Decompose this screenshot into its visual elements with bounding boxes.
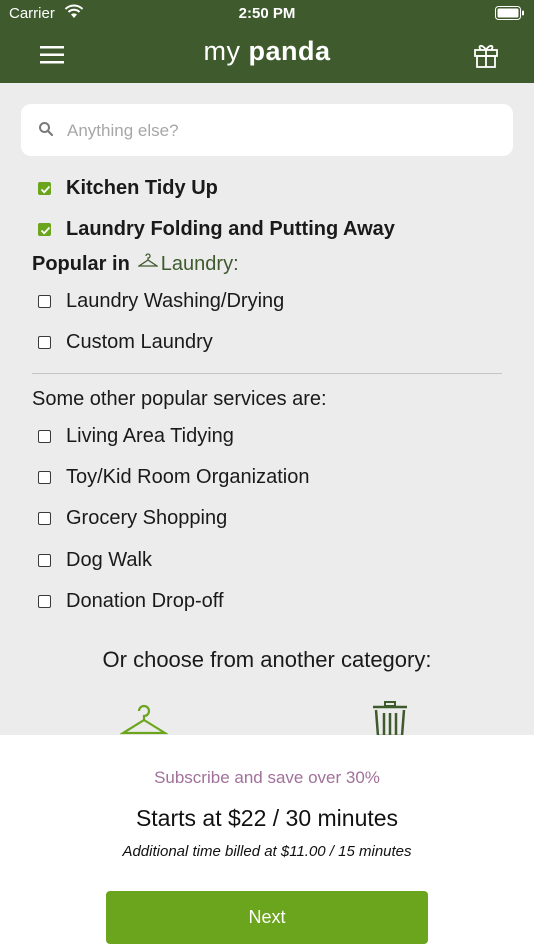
divider <box>32 373 502 374</box>
hanger-icon <box>119 704 169 735</box>
service-kitchen-tidy-up[interactable]: Kitchen Tidy Up <box>38 173 218 203</box>
service-label: Living Area Tidying <box>66 424 234 447</box>
checkbox-checked[interactable] <box>38 181 51 195</box>
service-laundry-folding[interactable]: Laundry Folding and Putting Away <box>38 214 395 244</box>
search-input[interactable] <box>65 116 499 146</box>
popular-category: Laundry: <box>160 252 239 275</box>
search-bar <box>21 104 513 156</box>
category-heading: Or choose from another category: <box>102 647 432 672</box>
app-logo: my panda <box>0 36 534 67</box>
service-laundry-washing[interactable]: Laundry Washing/Drying <box>38 286 284 316</box>
checkbox-unchecked[interactable] <box>38 470 51 484</box>
trash-icon <box>373 701 407 738</box>
subscribe-promo-link[interactable]: Subscribe and save over 30% <box>0 768 534 788</box>
top-nav-bar: my panda <box>0 28 534 83</box>
checkbox-unchecked[interactable] <box>38 511 51 525</box>
checkbox-unchecked[interactable] <box>38 335 51 349</box>
battery-icon <box>495 6 525 24</box>
service-grocery-shopping[interactable]: Grocery Shopping <box>38 503 227 533</box>
service-living-area-tidying[interactable]: Living Area Tidying <box>38 421 234 451</box>
search-icon <box>38 121 54 142</box>
service-dog-walk[interactable]: Dog Walk <box>38 545 152 575</box>
checkbox-checked[interactable] <box>38 222 51 236</box>
service-donation-drop-off[interactable]: Donation Drop-off <box>38 586 224 616</box>
service-toy-room-organization[interactable]: Toy/Kid Room Organization <box>38 462 309 492</box>
service-custom-laundry[interactable]: Custom Laundry <box>38 327 213 357</box>
hanger-icon <box>136 252 159 276</box>
checkbox-unchecked[interactable] <box>38 553 51 567</box>
starting-price: Starts at $22 / 30 minutes <box>135 805 399 831</box>
other-services-heading: Some other popular services are: <box>32 388 327 410</box>
status-time: 2:50 PM <box>238 5 296 22</box>
service-label: Kitchen Tidy Up <box>66 176 218 199</box>
service-label: Laundry Washing/Drying <box>66 289 285 312</box>
service-label: Dog Walk <box>66 548 152 571</box>
logo-text-panda: panda <box>248 36 331 66</box>
service-label: Grocery Shopping <box>66 506 228 529</box>
service-label: Custom Laundry <box>66 330 213 353</box>
status-bar: Carrier 2:50 PM <box>0 0 534 28</box>
checkmark-icon <box>40 226 51 234</box>
checkmark-icon <box>40 185 51 193</box>
service-label: Donation Drop-off <box>66 589 224 612</box>
gift-icon <box>474 44 498 68</box>
checkbox-unchecked[interactable] <box>38 429 51 443</box>
logo-text-my: my <box>203 36 241 66</box>
checkbox-unchecked[interactable] <box>38 294 51 308</box>
additional-time-note: Additional time billed at $11.00 / 15 mi… <box>122 843 412 860</box>
next-button[interactable]: Next <box>106 891 428 944</box>
popular-prefix: Popular in <box>32 252 130 275</box>
gift-button[interactable] <box>472 40 500 70</box>
service-label: Toy/Kid Room Organization <box>66 465 310 488</box>
service-label: Laundry Folding and Putting Away <box>66 217 395 240</box>
checkbox-unchecked[interactable] <box>38 594 51 608</box>
popular-heading: Popular in Laundry: <box>32 252 239 276</box>
pricing-panel: Subscribe and save over 30% Starts at $2… <box>0 735 534 950</box>
